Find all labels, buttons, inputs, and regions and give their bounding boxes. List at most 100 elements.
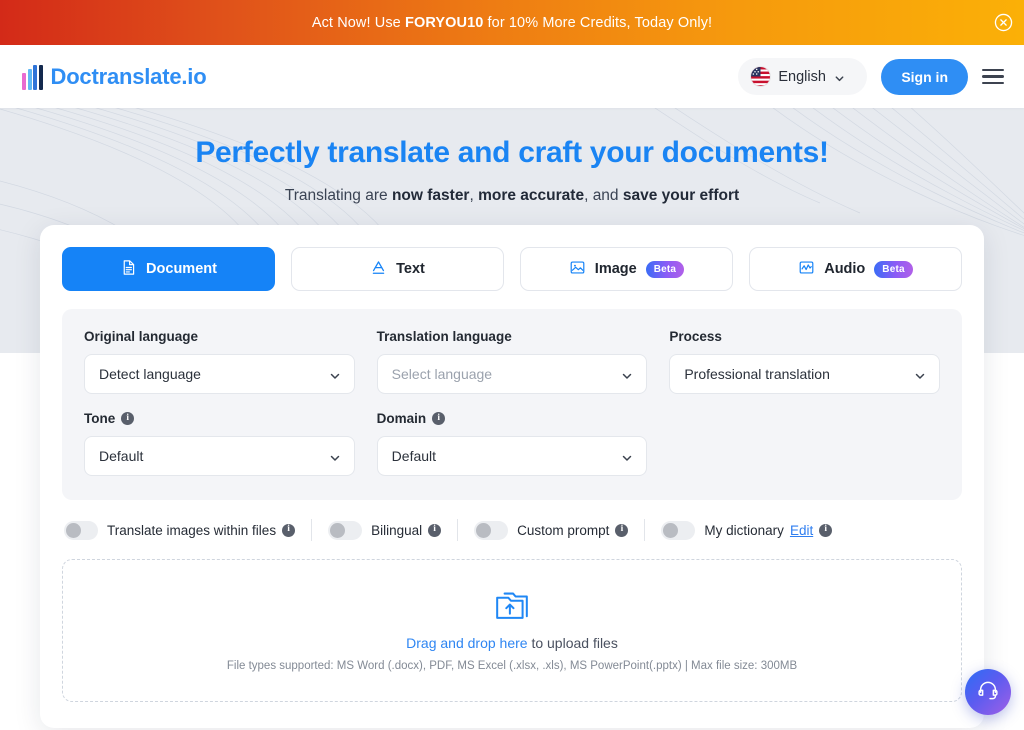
domain-value: Default (391, 448, 437, 464)
translation-language-value: Select language (391, 366, 493, 382)
site-header: Doctranslate.io English Sign in (0, 45, 1024, 108)
logo-bars-icon (22, 64, 43, 90)
file-dropzone[interactable]: Drag and drop here to upload files File … (62, 559, 962, 702)
settings-panel: Original language Detect language Transl… (62, 309, 962, 500)
audio-waveform-icon (798, 259, 815, 280)
promo-suffix: for 10% More Credits, Today Only! (483, 14, 713, 31)
text-a-icon (370, 259, 387, 280)
promo-prefix: Act Now! Use (311, 14, 405, 31)
promo-banner: Act Now! Use FORYOU10 for 10% More Credi… (0, 0, 1024, 45)
custom-prompt-label: Custom prompt i (517, 522, 629, 538)
translate-images-label-text: Translate images within files (107, 522, 277, 538)
hero-title: Perfectly translate and craft your docum… (195, 136, 829, 169)
process-select[interactable]: Professional translation (669, 354, 941, 394)
dropzone-main-text: Drag and drop here to upload files (406, 635, 618, 651)
bilingual-label: Bilingual i (371, 522, 442, 538)
tab-document[interactable]: Document (62, 247, 275, 291)
tab-image[interactable]: Image Beta (520, 247, 733, 291)
hero-sub-part-4: , and (584, 187, 623, 204)
image-icon (569, 259, 586, 280)
language-label: English (778, 68, 826, 85)
tab-audio-label: Audio (824, 261, 866, 277)
brand-name: Doctranslate.io (50, 63, 207, 89)
field-tone: Tone i Default (84, 411, 355, 476)
bilingual-toggle[interactable] (328, 520, 363, 540)
my-dictionary-edit-link[interactable]: Edit (790, 523, 813, 538)
tab-text[interactable]: Text (291, 247, 504, 291)
domain-info-icon[interactable]: i (432, 412, 446, 425)
field-original-language: Original language Detect language (84, 329, 355, 394)
dropzone-main-suffix: to upload files (527, 635, 618, 651)
hero-sub-part-3: more accurate (478, 187, 585, 204)
tone-select[interactable]: Default (84, 436, 355, 476)
chevron-down-icon (621, 369, 632, 380)
custom-prompt-label-text: Custom prompt (517, 522, 610, 538)
hero-subtitle: Translating are now faster, more accurat… (0, 187, 1024, 205)
translate-images-info-icon[interactable]: i (282, 523, 296, 537)
original-language-value: Detect language (99, 366, 201, 382)
sign-in-button[interactable]: Sign in (881, 58, 968, 95)
tab-document-label: Document (146, 261, 217, 277)
brand-logo[interactable]: Doctranslate.io (22, 63, 207, 90)
translation-language-label-text: Translation language (376, 329, 512, 344)
page-root: Act Now! Use FORYOU10 for 10% More Credi… (0, 0, 1024, 730)
hero-sub-part-1: now faster (391, 187, 470, 204)
translation-language-select[interactable]: Select language (376, 354, 648, 394)
field-process: Process Professional translation (669, 329, 941, 394)
hamburger-menu-icon[interactable] (982, 68, 1004, 85)
headset-support-icon (976, 678, 1000, 707)
hero-sub-part-5: save your effort (622, 187, 740, 204)
tab-text-label: Text (396, 261, 425, 277)
bilingual-label-text: Bilingual (371, 522, 423, 538)
tone-info-icon[interactable]: i (121, 412, 135, 425)
tab-audio[interactable]: Audio Beta (749, 247, 962, 291)
translate-images-toggle[interactable] (64, 520, 98, 540)
promo-banner-text: Act Now! Use FORYOU10 for 10% More Credi… (312, 15, 712, 31)
field-translation-language: Translation language Select language (376, 329, 648, 394)
document-icon (120, 259, 137, 280)
domain-select[interactable]: Default (376, 436, 648, 476)
custom-prompt-info-icon[interactable]: i (615, 523, 629, 537)
folder-upload-icon (494, 589, 530, 626)
custom-prompt-toggle[interactable] (474, 520, 509, 540)
options-toggle-row: Translate images within files i Bilingua… (62, 519, 962, 541)
option-bilingual: Bilingual i (312, 520, 457, 540)
translation-language-label: Translation language (377, 329, 648, 344)
original-language-label-text: Original language (84, 329, 199, 344)
option-my-dictionary: My dictionary Edit i (645, 520, 848, 540)
settings-row-1: Original language Detect language Transl… (84, 329, 941, 394)
tone-label: Tone i (84, 411, 355, 426)
dropzone-link-text[interactable]: Drag and drop here (406, 635, 527, 651)
dropzone-sub-text: File types supported: MS Word (.docx), P… (226, 660, 798, 672)
my-dictionary-toggle[interactable] (661, 520, 696, 540)
tab-image-label: Image (594, 261, 637, 277)
promo-code: FORYOU10 (404, 14, 484, 31)
tone-label-text: Tone (84, 411, 116, 426)
chevron-down-icon (329, 451, 340, 462)
my-dictionary-label-text: My dictionary (704, 522, 784, 538)
close-circle-icon[interactable] (992, 12, 1014, 34)
tab-image-beta-badge: Beta (645, 260, 685, 278)
option-translate-images: Translate images within files i (64, 520, 311, 540)
tone-value: Default (99, 448, 144, 464)
support-chat-button[interactable] (965, 669, 1011, 715)
original-language-label: Original language (84, 329, 355, 344)
original-language-select[interactable]: Detect language (84, 354, 355, 394)
chevron-down-icon (914, 369, 925, 380)
mode-tabs: Document Text Image Beta Audio Beta (62, 247, 962, 291)
my-dictionary-info-icon[interactable]: i (819, 523, 833, 537)
domain-label-text: Domain (376, 411, 427, 426)
tab-audio-beta-badge: Beta (874, 260, 913, 278)
domain-label: Domain i (377, 411, 648, 426)
header-actions: English Sign in (738, 58, 1004, 95)
language-selector[interactable]: English (738, 58, 868, 95)
bilingual-info-icon[interactable]: i (428, 523, 442, 537)
option-custom-prompt: Custom prompt i (458, 520, 644, 540)
field-spacer (669, 411, 940, 476)
translate-images-label: Translate images within files i (107, 522, 296, 538)
chevron-down-icon (834, 71, 845, 82)
hero-sub-part-2: , (469, 187, 479, 204)
my-dictionary-label: My dictionary Edit i (704, 522, 833, 538)
process-label-text: Process (669, 329, 722, 344)
hero-sub-part-0: Translating are (284, 187, 392, 204)
